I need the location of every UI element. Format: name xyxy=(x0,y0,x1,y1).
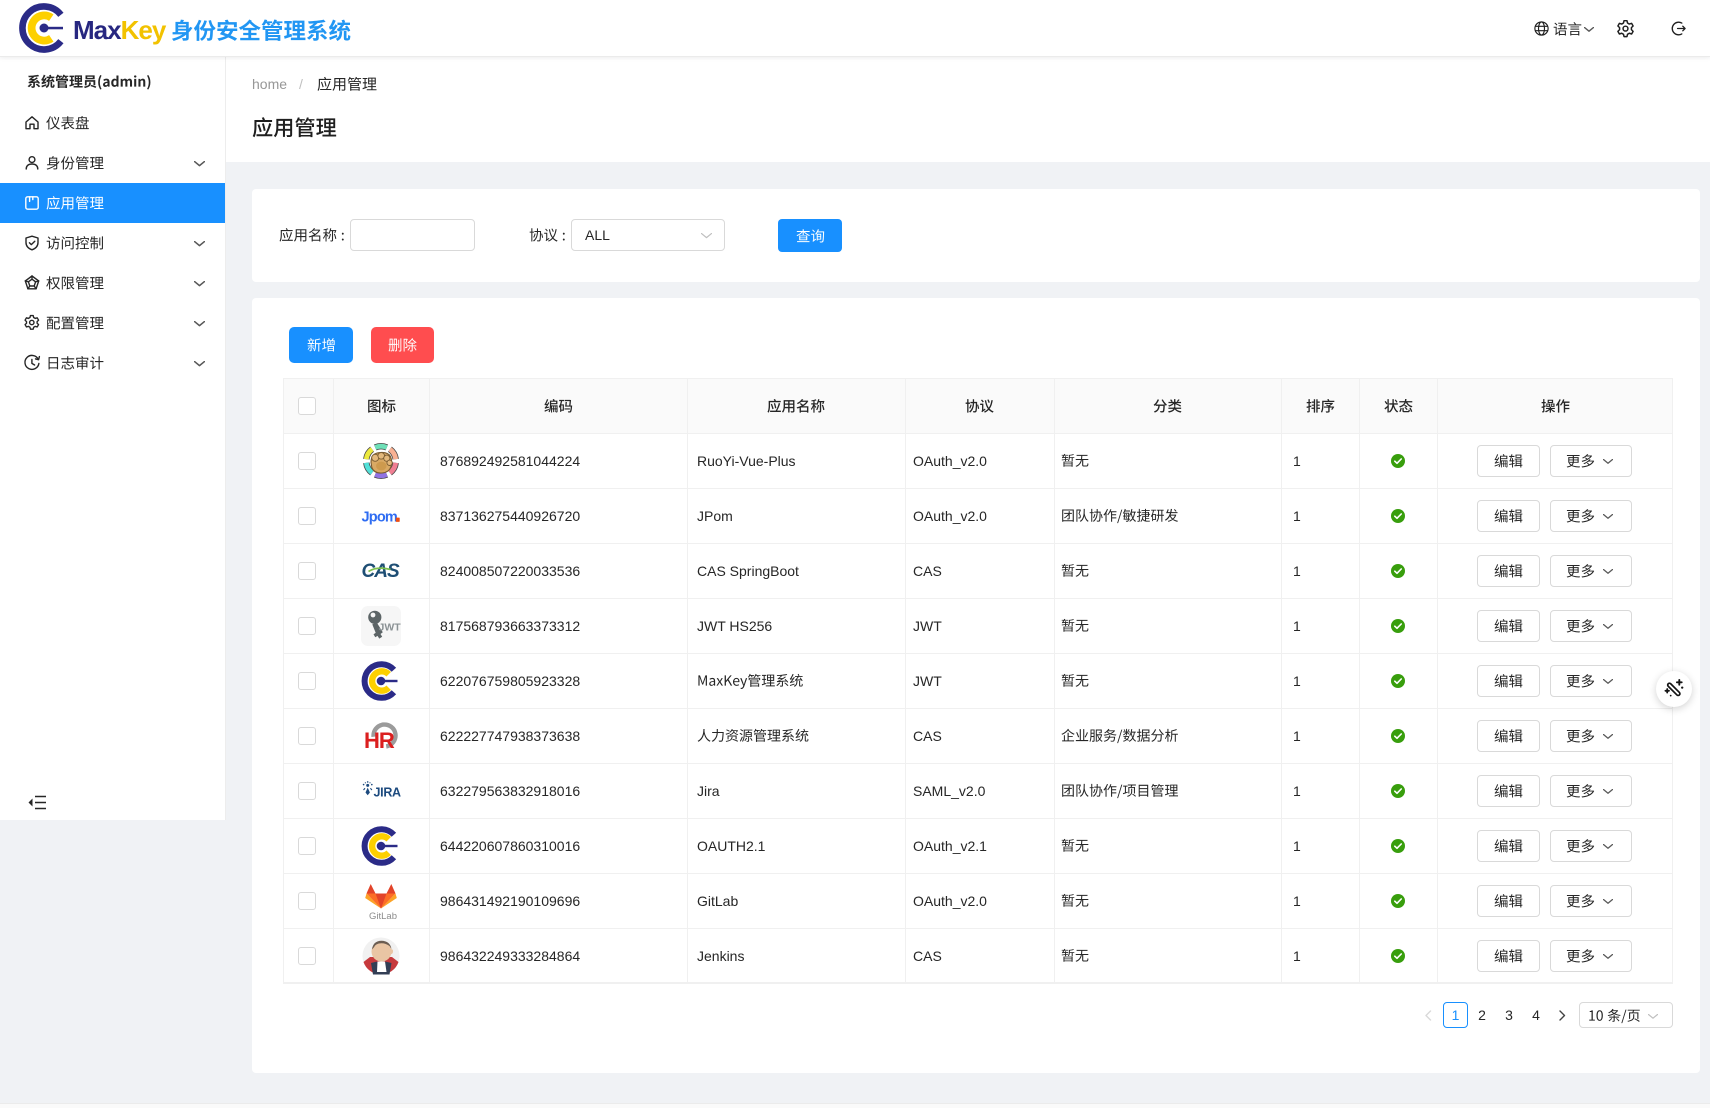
svg-text:GitLab: GitLab xyxy=(369,911,397,921)
svg-text:JIRA: JIRA xyxy=(374,785,402,799)
svg-text:JWT: JWT xyxy=(379,621,402,633)
svg-text:HR: HR xyxy=(364,728,395,753)
svg-text:CAS: CAS xyxy=(362,561,400,582)
svg-text:Jpom: Jpom xyxy=(362,509,397,525)
